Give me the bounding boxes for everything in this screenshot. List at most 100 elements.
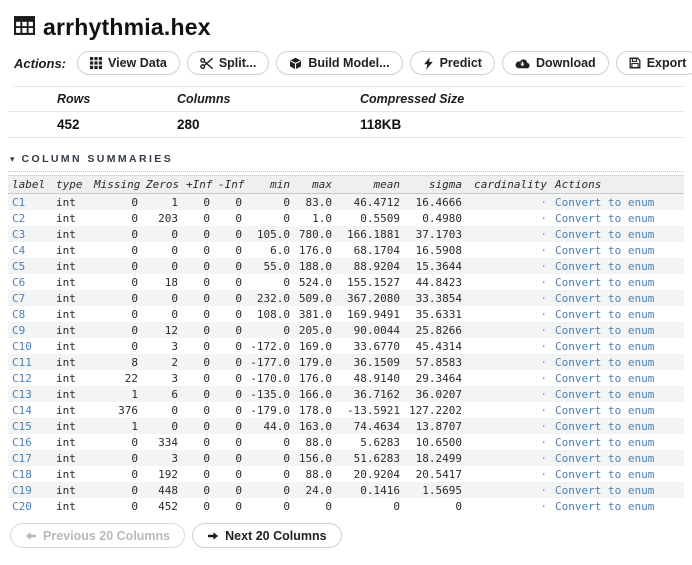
column-label-link[interactable]: C3 [8,226,52,242]
column-type: int [56,403,76,417]
download-button[interactable]: Download [501,51,609,75]
pos-inf-count: 0 [203,307,210,321]
neg-inf-count: 0 [214,354,246,370]
view-data-button[interactable]: View Data [77,51,180,75]
sigma-value: 45.4314 [415,339,462,353]
convert-to-enum-link[interactable]: Convert to enum [551,466,684,482]
sigma-value: 57.8583 [404,354,466,370]
cardinality-value: · [466,450,551,466]
column-header: label [8,175,52,194]
max-value: 1.0 [312,211,332,225]
cardinality-value: · [540,243,547,257]
convert-to-enum-link[interactable]: Convert to enum [551,498,684,514]
convert-to-enum-link[interactable]: Convert to enum [551,434,684,450]
min-value: 0 [283,435,290,449]
column-label-link[interactable]: C7 [8,290,52,306]
column-label-link[interactable]: C18 [8,466,52,482]
convert-to-enum-link[interactable]: Convert to enum [551,226,684,242]
sigma-value: 0 [455,499,462,513]
convert-to-enum-link[interactable]: Convert to enum [551,306,684,322]
convert-to-enum-link[interactable]: Convert to enum [551,338,684,354]
max-value: 0 [325,499,332,513]
export-button[interactable]: Export [615,51,692,75]
pos-inf-count: 0 [182,258,214,274]
cube-icon [289,57,302,70]
missing-count: 0 [90,193,142,210]
convert-to-enum-link[interactable]: Convert to enum [551,354,684,370]
table-row: C1 int 0 1 0 0 0 83.0 46.4712 16.4666 · … [8,193,684,210]
table-row: C17 int 0 3 0 0 0 156.0 51.6283 18.2499 … [8,450,684,466]
column-type: int [56,211,76,225]
actions-toolbar: Actions: View Data Split... Build Model.… [14,51,692,87]
convert-to-enum-link[interactable]: Convert to enum [551,242,684,258]
neg-inf-count: 0 [235,371,242,385]
min-value: 232.0 [246,290,294,306]
split-button[interactable]: Split... [186,51,270,75]
column-label-link[interactable]: C4 [8,242,52,258]
stats-value-rows: 452 [57,117,80,132]
grid-icon [90,57,102,69]
actions-label: Actions: [14,55,66,71]
zeros-count: 3 [142,450,182,466]
pos-inf-count: 0 [203,339,210,353]
pos-inf-count: 0 [203,435,210,449]
convert-to-enum-link[interactable]: Convert to enum [551,290,684,306]
column-label-link[interactable]: C2 [8,210,52,226]
column-summaries-section-header[interactable]: ▾ COLUMN SUMMARIES [8,153,684,172]
convert-to-enum-link[interactable]: Convert to enum [551,258,684,274]
column-label-link[interactable]: C11 [8,354,52,370]
build-model-button[interactable]: Build Model... [276,51,403,75]
column-label-link[interactable]: C1 [8,193,52,210]
stats-values-row: 452 280 118KB [8,112,684,138]
next-20-columns-button[interactable]: Next 20 Columns [192,523,342,548]
table-row: C20 int 0 452 0 0 0 0 0 0 · Convert to e… [8,498,684,514]
column-label-link[interactable]: C19 [8,482,52,498]
cardinality-value: · [540,499,547,513]
predict-button[interactable]: Predict [409,51,495,75]
column-label-link[interactable]: C17 [8,450,52,466]
max-value: 169.0 [298,339,332,353]
column-label-link[interactable]: C6 [8,274,52,290]
convert-to-enum-link[interactable]: Convert to enum [551,450,684,466]
column-label-link[interactable]: C5 [8,258,52,274]
min-value: -135.0 [246,386,294,402]
column-label-link[interactable]: C12 [8,370,52,386]
column-label-link[interactable]: C8 [8,306,52,322]
convert-to-enum-link[interactable]: Convert to enum [551,274,684,290]
column-label-link[interactable]: C14 [8,402,52,418]
neg-inf-count: 0 [214,193,246,210]
convert-to-enum-link[interactable]: Convert to enum [551,402,684,418]
neg-inf-count: 0 [214,386,246,402]
column-label-link[interactable]: C10 [8,338,52,354]
max-value: 176.0 [298,243,332,257]
convert-to-enum-link[interactable]: Convert to enum [551,386,684,402]
max-value: 156.0 [294,450,336,466]
convert-to-enum-link[interactable]: Convert to enum [551,482,684,498]
view-data-label: View Data [108,56,167,70]
column-label-link[interactable]: C9 [8,322,52,338]
convert-to-enum-link[interactable]: Convert to enum [551,210,684,226]
convert-to-enum-link[interactable]: Convert to enum [551,370,684,386]
convert-to-enum-link[interactable]: Convert to enum [551,322,684,338]
zeros-count: 0 [171,307,178,321]
column-label-link[interactable]: C13 [8,386,52,402]
convert-to-enum-link[interactable]: Convert to enum [551,193,684,210]
column-type: int [56,499,76,513]
max-value: 524.0 [298,275,332,289]
previous-20-columns-button[interactable]: Previous 20 Columns [10,523,186,548]
column-label-link[interactable]: C20 [8,498,52,514]
scissors-icon [200,57,213,70]
min-value: 0 [283,275,290,289]
mean-value: 0.1416 [336,482,404,498]
mean-value: 90.0044 [336,322,404,338]
column-type: int [52,193,90,210]
convert-to-enum-link[interactable]: Convert to enum [551,418,684,434]
column-label-link[interactable]: C16 [8,434,52,450]
column-label-link[interactable]: C15 [8,418,52,434]
zeros-count: 12 [142,322,182,338]
missing-count: 0 [90,482,142,498]
pos-inf-count: 0 [182,226,214,242]
pos-inf-count: 0 [182,450,214,466]
mean-value: 155.1527 [347,275,400,289]
table-row: C19 int 0 448 0 0 0 24.0 0.1416 1.5695 ·… [8,482,684,498]
